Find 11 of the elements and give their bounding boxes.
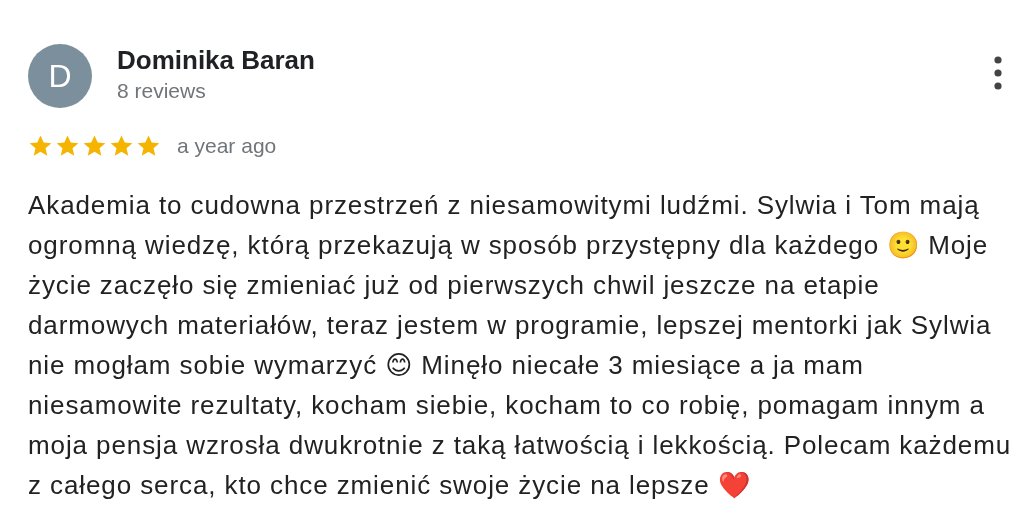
more-icon <box>994 56 1002 90</box>
author-name: Dominika Baran <box>117 44 316 76</box>
review-count: 8 reviews <box>117 78 207 104</box>
avatar: D <box>28 44 92 108</box>
review-text: Akademia to cudowna przestrzeń z niesamowitymi ludźmi. Sylwia i Tom mają ogromną wiedzę, którą przekazują w sposób przystępny dla każdego 🙂 Moje życie zaczęło się zmieniać już od pierwszych chwil jeszcze na etapie darmowych materiałów, teraz jestem w programie, lepszej mentorki jak Sylwia nie mogłam sobie wymarzyć 😊 Minęło niecałe 3 miesiące a ja mam niesamowite rezultaty, kocham siebie, kocham to co robię, pomagam innym a moja pensja wzrosła dwukrotnie z taką łatwością i lekkością. Polecam każdemu z całego serca, kto chce zmienić swoje życie na lepsze ❤ <box>28 189 1013 502</box>
star-icon <box>82 134 107 158</box>
star-icon <box>28 134 53 158</box>
star-icon <box>136 134 161 158</box>
star-icon <box>109 134 134 158</box>
star-icon <box>55 134 80 158</box>
review-time: a year ago <box>177 134 277 158</box>
